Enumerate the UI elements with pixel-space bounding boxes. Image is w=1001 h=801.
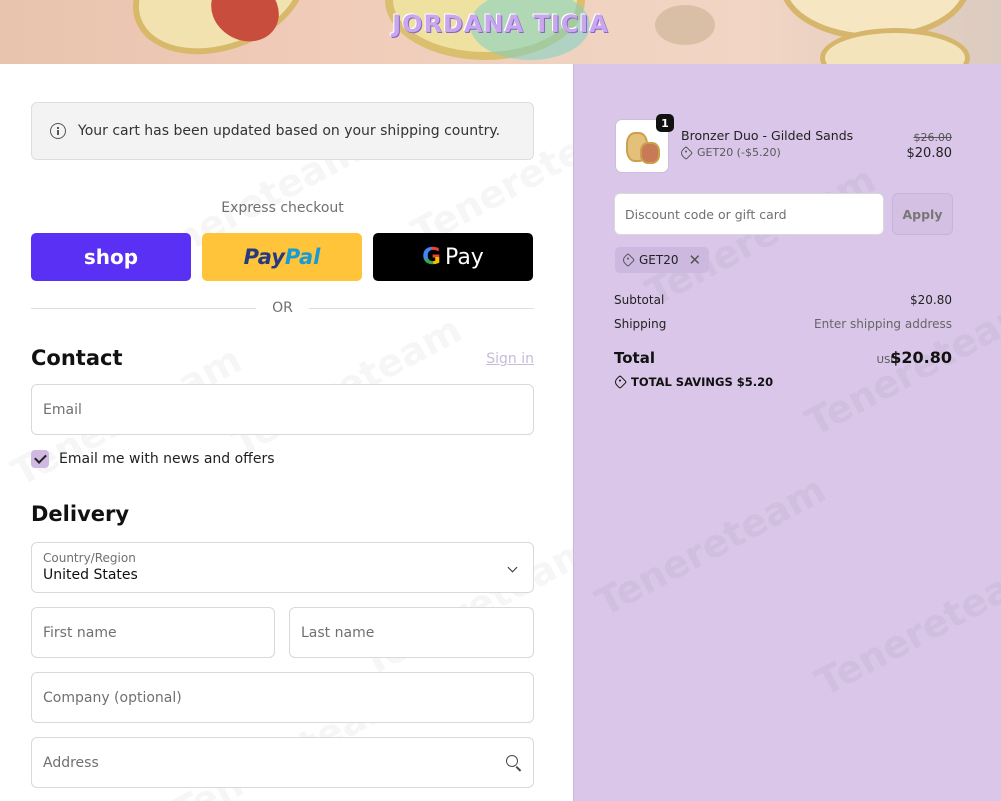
tag-icon bbox=[678, 145, 694, 160]
email-placeholder: Email bbox=[43, 401, 82, 418]
country-label: Country/Region bbox=[43, 551, 136, 565]
remove-discount-icon[interactable]: ✕ bbox=[688, 251, 701, 269]
or-text: OR bbox=[272, 300, 293, 316]
last-name-placeholder: Last name bbox=[301, 624, 375, 641]
applied-discount-chip: GET20 ✕ bbox=[615, 247, 710, 273]
order-summary: Tenereteam Tenereteam Tenereteam Teneret… bbox=[573, 64, 1001, 801]
apply-button[interactable]: Apply bbox=[892, 193, 953, 235]
first-name-placeholder: First name bbox=[43, 624, 117, 641]
total-savings-text: TOTAL SAVINGS $5.20 bbox=[631, 375, 774, 389]
express-checkout-title: Express checkout bbox=[221, 200, 344, 216]
tag-icon bbox=[620, 252, 636, 268]
quantity-badge: 1 bbox=[656, 114, 674, 132]
email-field[interactable]: Email bbox=[31, 384, 534, 435]
or-divider: OR bbox=[31, 300, 534, 316]
header-banner: JORDANA TICIA bbox=[0, 0, 1001, 64]
sign-in-link[interactable]: Sign in bbox=[460, 351, 534, 367]
google-pay-button[interactable]: G Pay bbox=[373, 233, 533, 281]
company-field[interactable]: Company (optional) bbox=[31, 672, 534, 723]
search-icon[interactable] bbox=[506, 755, 518, 767]
applied-code: GET20 bbox=[639, 253, 679, 267]
google-pay-label: Pay bbox=[445, 244, 484, 270]
first-name-field[interactable]: First name bbox=[31, 607, 275, 658]
paypal-button[interactable]: Pay Pal bbox=[202, 233, 362, 281]
paypal-label-part2: Pal bbox=[284, 245, 321, 269]
total-savings: TOTAL SAVINGS $5.20 bbox=[612, 374, 774, 390]
last-name-field[interactable]: Last name bbox=[289, 607, 534, 658]
subtotal-value: $20.80 bbox=[910, 293, 952, 307]
paypal-label-part1: Pay bbox=[243, 245, 285, 269]
chevron-down-icon bbox=[507, 562, 518, 573]
total-label: Total bbox=[614, 349, 655, 367]
country-value: United States bbox=[43, 567, 138, 583]
info-icon bbox=[50, 123, 66, 139]
divider-line bbox=[308, 307, 534, 309]
total-value: $20.80 bbox=[890, 348, 952, 367]
checkout-form: Tenereteam Tenereteam Tenereteam Teneret… bbox=[0, 64, 573, 801]
product-name: Bronzer Duo - Gilded Sands bbox=[681, 128, 854, 143]
address-field[interactable]: Address bbox=[31, 737, 534, 788]
delivery-heading: Delivery bbox=[31, 502, 130, 526]
country-select[interactable]: Country/Region United States bbox=[31, 542, 534, 593]
divider-line bbox=[31, 307, 257, 309]
watermark: Tenereteam bbox=[808, 547, 1001, 705]
google-g-icon: G bbox=[422, 244, 442, 270]
shipping-label: Shipping bbox=[614, 317, 667, 331]
watermark: Tenereteam bbox=[638, 157, 882, 315]
shipping-value: Enter shipping address bbox=[814, 317, 952, 331]
address-placeholder: Address bbox=[43, 754, 99, 771]
newsletter-checkbox[interactable] bbox=[31, 450, 49, 468]
shop-pay-button[interactable]: shop bbox=[31, 233, 191, 281]
contact-heading: Contact bbox=[31, 346, 123, 370]
cart-updated-notice: Your cart has been updated based on your… bbox=[31, 102, 534, 160]
company-placeholder: Company (optional) bbox=[43, 689, 182, 706]
newsletter-option[interactable]: Email me with news and offers bbox=[31, 450, 275, 468]
newsletter-label: Email me with news and offers bbox=[59, 451, 275, 467]
shop-pay-label: shop bbox=[83, 245, 139, 269]
tag-icon bbox=[612, 374, 628, 390]
original-price: $26.00 bbox=[913, 131, 953, 144]
product-discount: GET20 (-$5.20) bbox=[678, 145, 781, 160]
subtotal-label: Subtotal bbox=[614, 293, 665, 307]
final-price: $20.80 bbox=[906, 146, 953, 161]
discount-placeholder: Discount code or gift card bbox=[625, 207, 787, 222]
watermark: Tenereteam bbox=[588, 467, 832, 625]
brand-logo[interactable]: JORDANA TICIA bbox=[0, 10, 1001, 38]
product-discount-text: GET20 (-$5.20) bbox=[697, 146, 781, 159]
product-image-compact bbox=[640, 142, 660, 164]
discount-code-input[interactable]: Discount code or gift card bbox=[614, 193, 884, 235]
notice-text: Your cart has been updated based on your… bbox=[78, 123, 501, 139]
